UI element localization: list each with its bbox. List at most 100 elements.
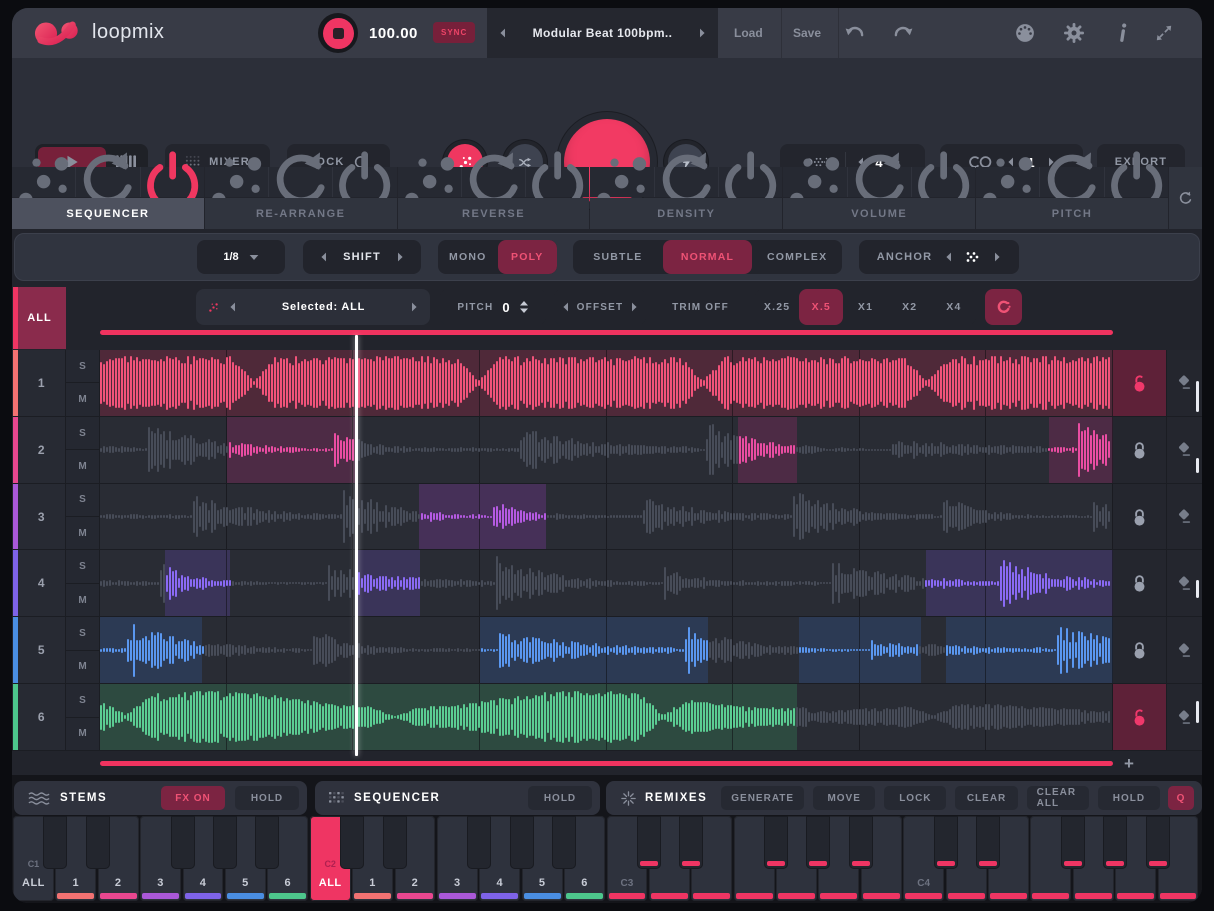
remix-hold-button[interactable]: HOLD xyxy=(1098,786,1160,810)
black-key[interactable] xyxy=(552,816,576,869)
remix-clear-all-button[interactable]: CLEAR ALL xyxy=(1027,786,1089,810)
black-key[interactable] xyxy=(637,816,661,869)
black-key[interactable] xyxy=(43,816,67,869)
power-icon[interactable] xyxy=(333,167,396,197)
undo-icon[interactable] xyxy=(845,24,866,41)
offset-left-icon[interactable] xyxy=(562,302,569,312)
loop-progress-bar-top[interactable] xyxy=(100,330,1113,335)
black-key[interactable] xyxy=(213,816,237,869)
save-button[interactable]: Save xyxy=(793,26,821,40)
fx-on-button[interactable]: FX ON xyxy=(161,786,225,810)
resize-icon[interactable] xyxy=(1156,25,1172,41)
tab-re-arrange[interactable]: RE-ARRANGE xyxy=(205,167,397,229)
bpm-value[interactable]: 100.00 xyxy=(369,25,418,42)
tab-density[interactable]: DENSITY xyxy=(590,167,782,229)
black-key[interactable] xyxy=(86,816,110,869)
quantize-button[interactable]: Q xyxy=(1168,786,1194,810)
option-x5[interactable]: X.5 xyxy=(799,289,843,325)
solo-button[interactable]: S xyxy=(66,617,99,650)
preset-name[interactable]: Modular Beat 100bpm.. xyxy=(506,26,699,40)
solo-button[interactable]: S xyxy=(66,684,99,717)
mute-button[interactable]: M xyxy=(66,651,99,683)
black-key[interactable] xyxy=(510,816,534,869)
dice-icon[interactable] xyxy=(205,167,269,197)
preset-prev-icon[interactable] xyxy=(499,28,506,38)
sync-button[interactable]: SYNC xyxy=(433,22,475,43)
waveform-lane[interactable] xyxy=(100,350,1113,416)
midi-icon[interactable] xyxy=(1015,23,1035,43)
black-key[interactable] xyxy=(976,816,1000,869)
waveform-lane[interactable] xyxy=(100,417,1113,483)
black-key[interactable] xyxy=(1146,816,1170,869)
load-button[interactable]: Load xyxy=(734,26,763,40)
scroll-mark[interactable] xyxy=(1196,458,1199,473)
refresh-icon[interactable] xyxy=(848,167,912,197)
settings-gear-icon[interactable] xyxy=(1064,23,1084,43)
black-key[interactable] xyxy=(849,816,873,869)
sequencer-hold-button[interactable]: HOLD xyxy=(528,786,592,810)
lock-button[interactable] xyxy=(1113,550,1167,616)
solo-button[interactable]: S xyxy=(66,484,99,517)
option-x1[interactable]: X1 xyxy=(843,289,887,325)
waveform-lane[interactable] xyxy=(100,484,1113,550)
mute-button[interactable]: M xyxy=(66,718,99,750)
refresh-icon[interactable] xyxy=(655,167,719,197)
preset-next-icon[interactable] xyxy=(699,28,706,38)
waveform-lane[interactable] xyxy=(100,684,1113,750)
info-icon[interactable] xyxy=(1113,23,1133,43)
dice-icon[interactable] xyxy=(783,167,847,197)
remix-lock-button[interactable]: LOCK xyxy=(884,786,946,810)
tab-sequencer[interactable]: SEQUENCER xyxy=(12,167,204,229)
power-icon[interactable] xyxy=(719,167,782,197)
power-icon[interactable] xyxy=(141,167,204,197)
dice-icon[interactable] xyxy=(976,167,1040,197)
option-x4[interactable]: X4 xyxy=(932,289,976,325)
dice-icon[interactable] xyxy=(12,167,76,197)
dice-icon[interactable] xyxy=(398,167,462,197)
black-key[interactable] xyxy=(679,816,703,869)
black-key[interactable] xyxy=(340,816,364,869)
select-next-icon[interactable] xyxy=(411,302,418,312)
black-key[interactable] xyxy=(467,816,491,869)
select-prev-icon[interactable] xyxy=(229,302,236,312)
power-icon[interactable] xyxy=(1105,167,1168,197)
lock-button[interactable] xyxy=(1113,684,1167,750)
playhead[interactable] xyxy=(355,335,358,756)
refresh-icon[interactable] xyxy=(76,167,140,197)
solo-button[interactable]: S xyxy=(66,417,99,450)
trim-button[interactable]: TRIM OFF xyxy=(655,289,746,325)
black-key[interactable] xyxy=(1103,816,1127,869)
add-button[interactable]: + xyxy=(1116,753,1142,775)
stop-button[interactable] xyxy=(318,13,358,53)
solo-button[interactable]: S xyxy=(66,550,99,583)
power-icon[interactable] xyxy=(912,167,975,197)
loop-progress-bar-bottom[interactable] xyxy=(100,761,1113,766)
refresh-icon[interactable] xyxy=(1040,167,1104,197)
waveform-lane[interactable] xyxy=(100,617,1113,683)
lock-button[interactable] xyxy=(1113,417,1167,483)
black-key[interactable] xyxy=(383,816,407,869)
scroll-mark[interactable] xyxy=(1196,381,1199,412)
mute-button[interactable]: M xyxy=(66,383,99,415)
mute-button[interactable]: M xyxy=(66,450,99,482)
remix-move-button[interactable]: MOVE xyxy=(813,786,875,810)
select-all-cell[interactable]: ALL xyxy=(13,287,66,349)
black-key[interactable] xyxy=(806,816,830,869)
black-key[interactable] xyxy=(171,816,195,869)
dice-icon[interactable] xyxy=(590,167,654,197)
refresh-icon[interactable] xyxy=(269,167,333,197)
mute-button[interactable]: M xyxy=(66,584,99,616)
global-refresh-button[interactable] xyxy=(1169,167,1202,229)
option-x25[interactable]: X.25 xyxy=(755,289,799,325)
black-key[interactable] xyxy=(255,816,279,869)
magnet-button[interactable] xyxy=(985,289,1022,325)
scroll-mark[interactable] xyxy=(1196,580,1199,598)
lock-button[interactable] xyxy=(1113,617,1167,683)
remix-clear-button[interactable]: CLEAR xyxy=(955,786,1017,810)
tab-pitch[interactable]: PITCH xyxy=(976,167,1168,229)
dice-icon[interactable] xyxy=(208,302,219,313)
black-key[interactable] xyxy=(934,816,958,869)
tab-reverse[interactable]: REVERSE xyxy=(398,167,590,229)
offset-right-icon[interactable] xyxy=(631,302,638,312)
pitch-stepper-icon[interactable] xyxy=(519,300,529,314)
